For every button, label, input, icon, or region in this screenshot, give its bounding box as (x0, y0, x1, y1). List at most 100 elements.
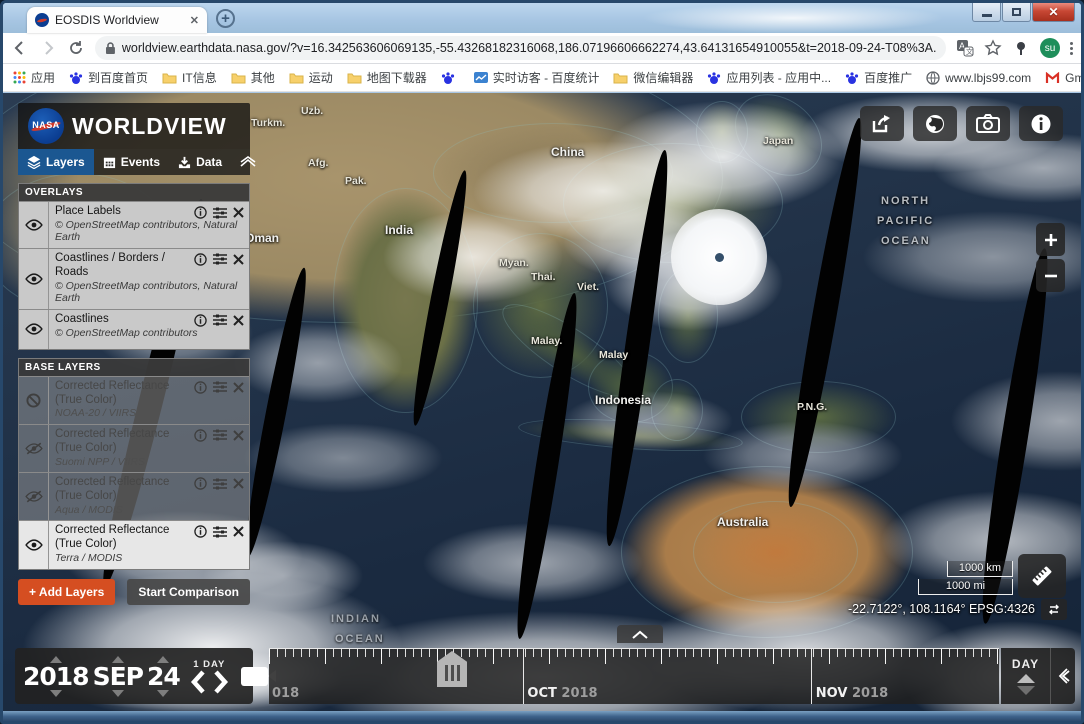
window-titlebar[interactable]: EOSDIS Worldview ✕ + ✕ (3, 3, 1081, 33)
month-stepper[interactable]: SEP (93, 656, 143, 697)
layer-row-coastlines-borders-roads[interactable]: Coastlines / Borders / Roads © OpenStree… (19, 248, 249, 309)
sidebar-collapse-chevron[interactable] (231, 149, 265, 175)
info-icon[interactable] (194, 314, 207, 327)
animation-camera-icon[interactable] (241, 667, 268, 686)
profile-avatar[interactable]: su (1040, 38, 1060, 58)
visibility-toggle[interactable] (19, 425, 49, 472)
remove-layer-icon[interactable] (233, 315, 244, 326)
worldview-map[interactable]: Turkm. Uzb. Afg. Pak. Oman India China M… (3, 93, 1081, 711)
month-down-icon[interactable] (112, 690, 124, 697)
bookmark-star-icon[interactable] (984, 39, 1002, 57)
bookmark-folder-wechat-editor[interactable]: 微信编辑器 (613, 69, 693, 86)
snapshot-button[interactable] (966, 106, 1010, 141)
options-sliders-icon[interactable] (213, 314, 227, 326)
layer-row-aqua-modis[interactable]: Corrected Reflectance (True Color) Aqua … (19, 472, 249, 520)
minimize-button[interactable] (972, 3, 1001, 22)
timeline-zoom-level[interactable]: DAY (1001, 648, 1051, 704)
layer-row-suominpp-viirs[interactable]: Corrected Reflectance (True Color) Suomi… (19, 424, 249, 472)
remove-layer-icon[interactable] (233, 430, 244, 441)
bookmark-gmail[interactable]: Gmail (1045, 71, 1081, 85)
info-icon[interactable] (194, 477, 207, 490)
bookmark-baidu-promo[interactable]: 百度推广 (845, 69, 912, 86)
zoom-level-up-icon[interactable] (1017, 674, 1035, 683)
bookmark-folder-mapdownloader[interactable]: 地图下载器 (347, 69, 427, 86)
coordinates-format-button[interactable] (1041, 599, 1067, 620)
options-sliders-icon[interactable] (213, 207, 227, 219)
tab-layers[interactable]: Layers (18, 149, 94, 175)
info-icon[interactable] (194, 429, 207, 442)
info-icon[interactable] (194, 253, 207, 266)
year-down-icon[interactable] (50, 690, 62, 697)
day-stepper[interactable]: 24 (147, 656, 180, 697)
interval-label[interactable]: 1 DAY (193, 659, 225, 670)
close-button[interactable]: ✕ (1032, 3, 1075, 22)
address-bar[interactable]: worldview.earthdata.nasa.gov/?v=16.34256… (95, 36, 946, 60)
options-sliders-icon[interactable] (213, 478, 227, 490)
next-day-icon[interactable] (213, 670, 229, 694)
visibility-toggle[interactable] (19, 473, 49, 520)
tab-close-icon[interactable]: ✕ (190, 14, 199, 27)
options-sliders-icon[interactable] (213, 381, 227, 393)
date-day[interactable]: 24 (147, 664, 180, 689)
zoom-out-button[interactable] (1036, 259, 1065, 292)
measure-button[interactable] (1018, 554, 1066, 598)
bookmark-lbjs99[interactable]: www.lbjs99.com (926, 71, 1031, 85)
extension-pin-icon[interactable] (1012, 39, 1030, 57)
options-sliders-icon[interactable] (213, 526, 227, 538)
day-down-icon[interactable] (157, 690, 169, 697)
zoom-level-down-icon[interactable] (1017, 686, 1035, 695)
visibility-toggle[interactable] (19, 202, 49, 248)
bookmark-baidu[interactable] (441, 71, 460, 85)
new-tab-button[interactable]: + (216, 9, 235, 28)
visibility-toggle[interactable] (19, 377, 49, 424)
bookmark-apps[interactable]: 应用 (13, 69, 55, 86)
options-sliders-icon[interactable] (213, 429, 227, 441)
add-layers-button[interactable]: + Add Layers (18, 579, 115, 605)
back-icon[interactable] (11, 39, 29, 57)
date-month[interactable]: SEP (93, 664, 143, 689)
info-icon[interactable] (194, 525, 207, 538)
reload-icon[interactable] (67, 39, 85, 57)
info-icon[interactable] (194, 206, 207, 219)
forward-icon[interactable] (39, 39, 57, 57)
tab-data[interactable]: Data (169, 149, 231, 175)
bookmark-folder-it[interactable]: IT信息 (162, 69, 217, 86)
share-button[interactable] (860, 106, 904, 141)
info-icon[interactable] (194, 381, 207, 394)
timeline-collapse-chevron[interactable] (1051, 648, 1075, 704)
remove-layer-icon[interactable] (233, 207, 244, 218)
visibility-toggle[interactable] (19, 310, 49, 349)
translate-icon[interactable]: A文 (956, 39, 974, 57)
tab-events[interactable]: Events (94, 149, 169, 175)
layer-row-coastlines[interactable]: Coastlines © OpenStreetMap contributors (19, 309, 249, 349)
start-comparison-button[interactable]: Start Comparison (127, 579, 250, 605)
browser-tab[interactable]: EOSDIS Worldview ✕ (27, 7, 207, 33)
bookmark-folder-other[interactable]: 其他 (231, 69, 275, 86)
options-sliders-icon[interactable] (213, 253, 227, 265)
layer-row-place-labels[interactable]: Place Labels © OpenStreetMap contributor… (19, 201, 249, 248)
map-label-png: P.N.G. (797, 401, 827, 413)
remove-layer-icon[interactable] (233, 254, 244, 265)
date-year[interactable]: 2018 (23, 664, 89, 689)
zoom-in-button[interactable] (1036, 223, 1065, 256)
visibility-toggle[interactable] (19, 521, 49, 568)
remove-layer-icon[interactable] (233, 382, 244, 393)
nasa-logo[interactable]: NASA (28, 108, 64, 144)
year-stepper[interactable]: 2018 (23, 656, 89, 697)
layer-row-terra-modis[interactable]: Corrected Reflectance (True Color) Terra… (19, 520, 249, 568)
chrome-menu-icon[interactable] (1070, 42, 1073, 55)
maximize-button[interactable] (1002, 3, 1031, 22)
timeline-expand-chevron[interactable] (617, 625, 663, 643)
remove-layer-icon[interactable] (233, 526, 244, 537)
projection-button[interactable] (913, 106, 957, 141)
previous-day-icon[interactable] (190, 670, 206, 694)
info-button[interactable] (1019, 106, 1063, 141)
layer-row-noaa20-viirs[interactable]: Corrected Reflectance (True Color) NOAA-… (19, 376, 249, 424)
bookmark-baidu-stats[interactable]: 实时访客 - 百度统计 (474, 69, 600, 86)
visibility-toggle[interactable] (19, 249, 49, 309)
bookmark-app-list[interactable]: 应用列表 - 应用中... (707, 69, 831, 86)
timeline-ruler[interactable]: 018 OCT 2018 NOV 2018 (269, 648, 999, 704)
remove-layer-icon[interactable] (233, 478, 244, 489)
bookmark-baidu-home[interactable]: 到百度首页 (69, 69, 148, 86)
bookmark-folder-sports[interactable]: 运动 (289, 69, 333, 86)
